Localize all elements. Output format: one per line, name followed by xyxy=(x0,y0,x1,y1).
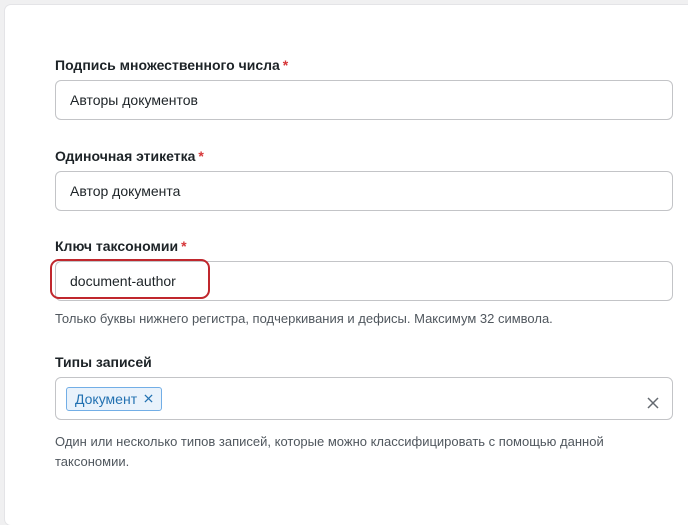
plural-label-field: Подпись множественного числа * Авторы док… xyxy=(55,56,673,120)
post-type-tag: Документ xyxy=(66,387,163,411)
post-types-title: Типы записей xyxy=(55,354,152,370)
close-icon[interactable] xyxy=(144,388,153,410)
post-type-tag-label: Документ xyxy=(75,391,138,407)
required-mark: * xyxy=(282,57,289,73)
required-mark: * xyxy=(181,238,187,254)
required-mark: * xyxy=(198,148,204,164)
plural-label-input[interactable]: Авторы документов xyxy=(55,80,673,120)
singular-label-input[interactable]: Автор документа xyxy=(55,171,673,211)
taxonomy-key-help: Только буквы нижнего регистра, подчеркив… xyxy=(55,311,553,326)
post-types-field: Типы записей Документ Один или несколько… xyxy=(55,353,673,469)
clear-close-icon[interactable] xyxy=(644,388,662,409)
singular-label-title: Одиночная этикетка * xyxy=(55,148,204,164)
taxonomy-key-field: Ключ таксономии * document-author Только … xyxy=(50,237,673,326)
post-types-help: Один или несколько типов записей, которы… xyxy=(55,434,604,469)
settings-card: Подпись множественного числа * Авторы док… xyxy=(5,5,688,525)
taxonomy-key-input[interactable]: document-author xyxy=(50,259,673,301)
plural-label-title: Подпись множественного числа * xyxy=(55,57,289,73)
post-types-select[interactable]: Документ xyxy=(55,377,673,420)
singular-label-field: Одиночная этикетка * Автор документа xyxy=(55,147,673,211)
taxonomy-key-value: document-author xyxy=(70,273,176,289)
taxonomy-key-title: Ключ таксономии * xyxy=(55,238,187,254)
